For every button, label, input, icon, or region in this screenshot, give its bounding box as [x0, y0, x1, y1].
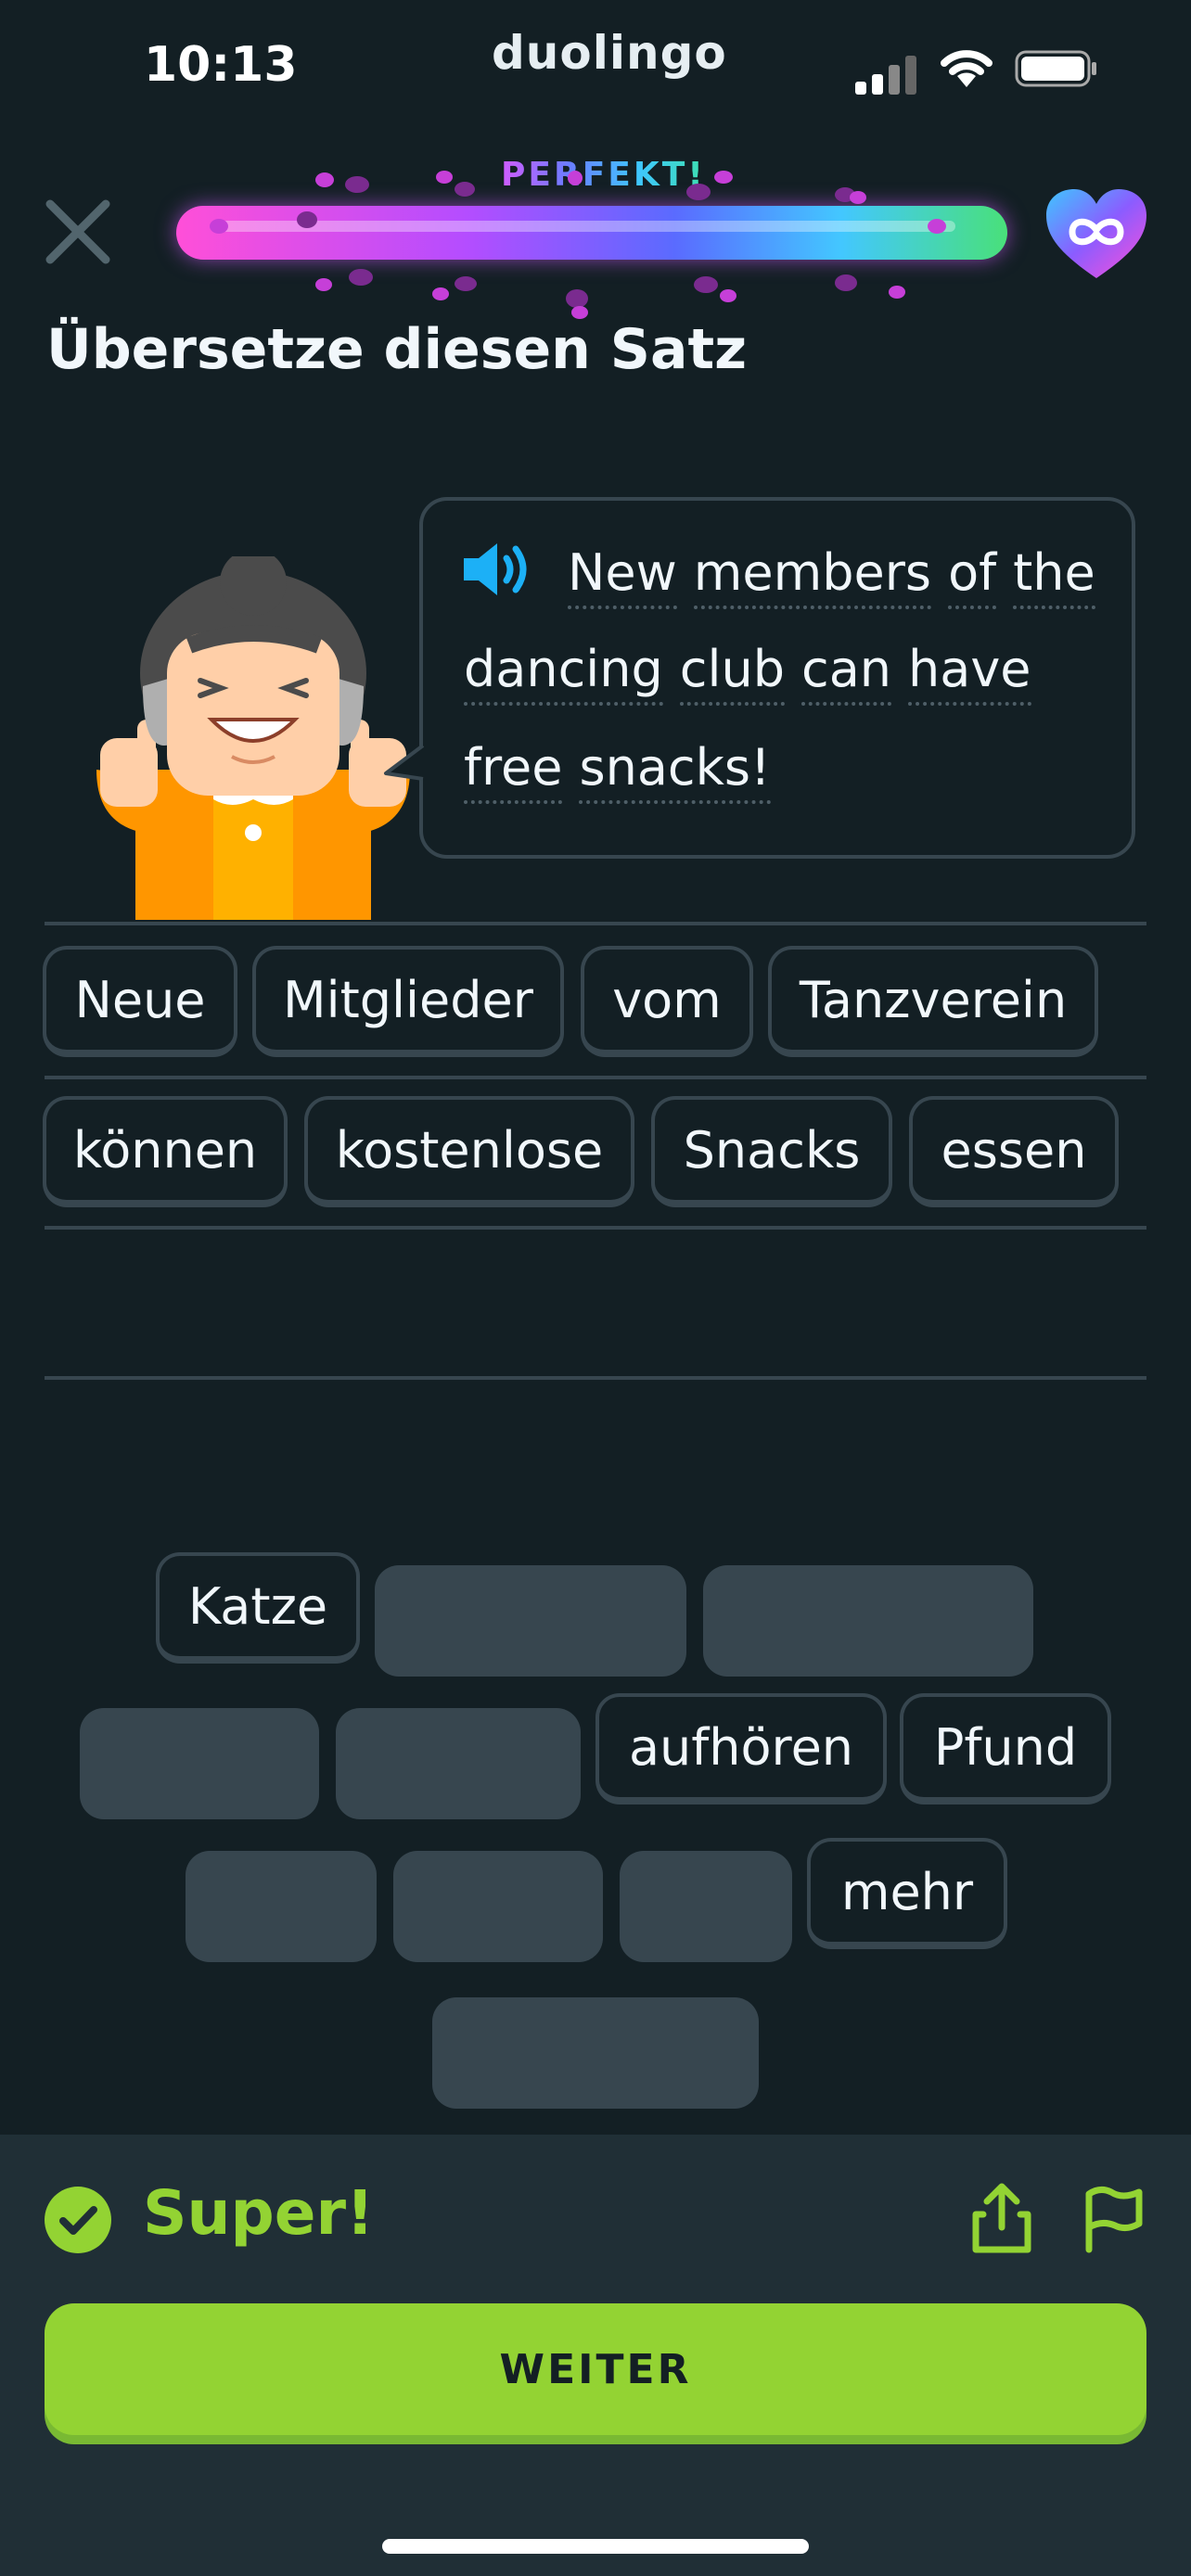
continue-button[interactable]: WEITER — [45, 2303, 1146, 2435]
answer-tile[interactable]: essen — [909, 1096, 1119, 1207]
word-bank-empty-slot — [336, 1708, 581, 1819]
answer-tile[interactable]: Snacks — [651, 1096, 892, 1207]
sentence-word[interactable]: have — [908, 640, 1031, 706]
battery-icon — [1015, 50, 1096, 87]
sentence-word[interactable]: club — [679, 640, 785, 706]
word-bank-empty-slot — [186, 1851, 377, 1962]
answer-line — [45, 1226, 1146, 1230]
sentence-word[interactable]: snacks! — [579, 738, 771, 804]
answer-tile[interactable]: Tanzverein — [768, 946, 1098, 1057]
word-bank-empty-slot — [703, 1565, 1033, 1677]
word-bank-empty-slot — [620, 1851, 792, 1962]
answer-tile[interactable]: kostenlose — [304, 1096, 634, 1207]
sentence-word[interactable]: dancing — [464, 640, 663, 706]
word-bank-empty-slot — [432, 1997, 759, 2109]
word-bank-tile[interactable]: aufhören — [596, 1693, 887, 1804]
sentence-line-3: free snacks! — [464, 738, 788, 804]
wifi-icon — [941, 50, 992, 87]
sentence-word[interactable]: New — [568, 543, 677, 609]
feedback-message: Super! — [143, 2177, 375, 2249]
sentence-word[interactable]: the — [1013, 543, 1095, 609]
cellular-signal-icon — [855, 54, 922, 95]
prompt-title: Übersetze diesen Satz — [46, 317, 748, 382]
sentence-word[interactable]: free — [464, 738, 563, 804]
answer-line — [45, 922, 1146, 925]
sentence-line-1: New members of the — [568, 543, 1112, 609]
answer-line — [45, 1076, 1146, 1079]
share-icon[interactable] — [968, 2181, 1035, 2255]
answer-line — [45, 1376, 1146, 1380]
sentence-word[interactable]: members — [693, 543, 932, 609]
speaker-icon[interactable] — [460, 540, 538, 599]
answer-tile[interactable]: Neue — [43, 946, 237, 1057]
sentence-line-2: dancing club can have — [464, 640, 1048, 706]
report-flag-icon[interactable] — [1080, 2181, 1146, 2255]
word-bank-tile[interactable]: Katze — [156, 1552, 360, 1664]
close-icon[interactable] — [41, 195, 115, 269]
speech-bubble-tail — [384, 744, 425, 781]
infinity-heart-icon[interactable] — [1043, 185, 1150, 282]
answer-tile[interactable]: vom — [581, 946, 753, 1057]
status-time: 10:13 — [144, 37, 298, 93]
streak-label: PERFEKT! — [501, 156, 706, 194]
word-bank-tile[interactable]: Pfund — [900, 1693, 1111, 1804]
word-bank-empty-slot — [80, 1708, 319, 1819]
progress-bar-shine — [213, 221, 955, 232]
sentence-word[interactable]: of — [948, 543, 997, 609]
status-app-name: duolingo — [492, 26, 727, 80]
check-icon — [45, 2187, 111, 2253]
word-bank-tile[interactable]: mehr — [807, 1838, 1007, 1949]
character-illustration — [96, 556, 410, 920]
answer-tile[interactable]: Mitglieder — [252, 946, 564, 1057]
word-bank-empty-slot — [393, 1851, 603, 1962]
answer-tile[interactable]: können — [43, 1096, 288, 1207]
word-bank-empty-slot — [375, 1565, 686, 1677]
home-indicator[interactable] — [382, 2539, 809, 2554]
sentence-word[interactable]: can — [801, 640, 892, 706]
